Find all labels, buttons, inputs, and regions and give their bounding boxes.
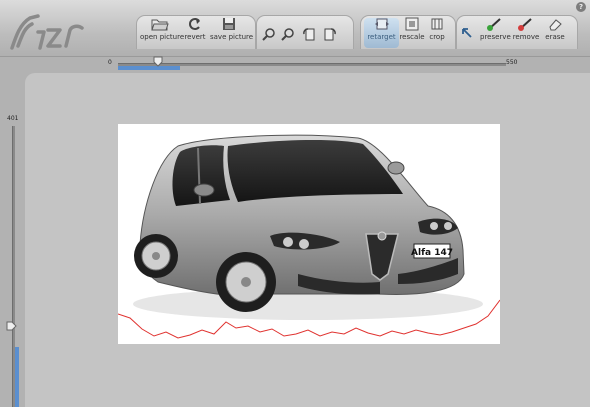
rotate-right-button[interactable] — [322, 26, 338, 42]
rotate-right-icon — [324, 28, 336, 41]
rotate-left-icon — [303, 28, 315, 41]
revert-icon — [189, 18, 200, 30]
rescale-icon — [405, 17, 419, 31]
open-picture-label: open picture — [140, 33, 185, 41]
retarget-label: retarget — [367, 33, 396, 41]
license-plate-text: Alfa 147 — [411, 248, 453, 258]
save-picture-label: save picture — [210, 33, 254, 41]
erase-label: erase — [545, 33, 565, 41]
eraser-icon — [549, 19, 562, 31]
save-disk-icon — [223, 18, 235, 30]
remove-label: remove — [512, 33, 540, 41]
zoom-in-icon — [262, 28, 275, 41]
open-folder-icon — [151, 19, 169, 31]
crop-button[interactable]: crop — [426, 17, 448, 41]
green-brush-icon — [487, 18, 501, 31]
car-photo: Alfa 147 — [117, 134, 501, 339]
crop-label: crop — [429, 33, 445, 41]
rescale-label: rescale — [399, 33, 425, 41]
height-slider-thumb[interactable] — [6, 321, 17, 331]
width-slider-fill — [118, 66, 180, 70]
crop-icon — [431, 18, 443, 30]
zoom-out-icon — [281, 28, 294, 41]
preserve-label: preserve — [480, 33, 511, 41]
save-picture-button[interactable]: save picture — [210, 17, 254, 41]
retarget-icon — [374, 18, 389, 30]
image-canvas[interactable]: Alfa 147 — [117, 124, 501, 344]
red-brush-icon — [518, 18, 532, 31]
retarget-button[interactable]: retarget — [364, 17, 399, 41]
erase-button[interactable]: erase — [542, 17, 568, 41]
rescale-button[interactable]: rescale — [399, 17, 425, 41]
revert-label: revert — [184, 33, 206, 41]
help-button[interactable]: ? — [576, 2, 586, 12]
width-slider-min: 0 — [108, 59, 112, 66]
toolbar: open picture revert save picture retarge… — [0, 0, 590, 57]
remove-button[interactable]: remove — [512, 17, 540, 41]
arrow-pointer-icon — [462, 28, 472, 38]
height-slider-fill — [15, 347, 19, 407]
app-logo — [10, 14, 84, 50]
open-picture-button[interactable]: open picture — [140, 17, 185, 41]
zoom-in-button[interactable] — [261, 27, 277, 41]
height-slider-max: 401 — [7, 115, 19, 122]
preserve-button[interactable]: preserve — [480, 17, 511, 41]
width-slider-max: 550 — [506, 59, 518, 66]
width-slider-thumb[interactable] — [153, 56, 163, 67]
zoom-out-button[interactable] — [280, 27, 296, 41]
revert-button[interactable]: revert — [182, 17, 208, 41]
select-tool-button[interactable] — [459, 27, 475, 41]
rotate-left-button[interactable] — [301, 26, 317, 42]
